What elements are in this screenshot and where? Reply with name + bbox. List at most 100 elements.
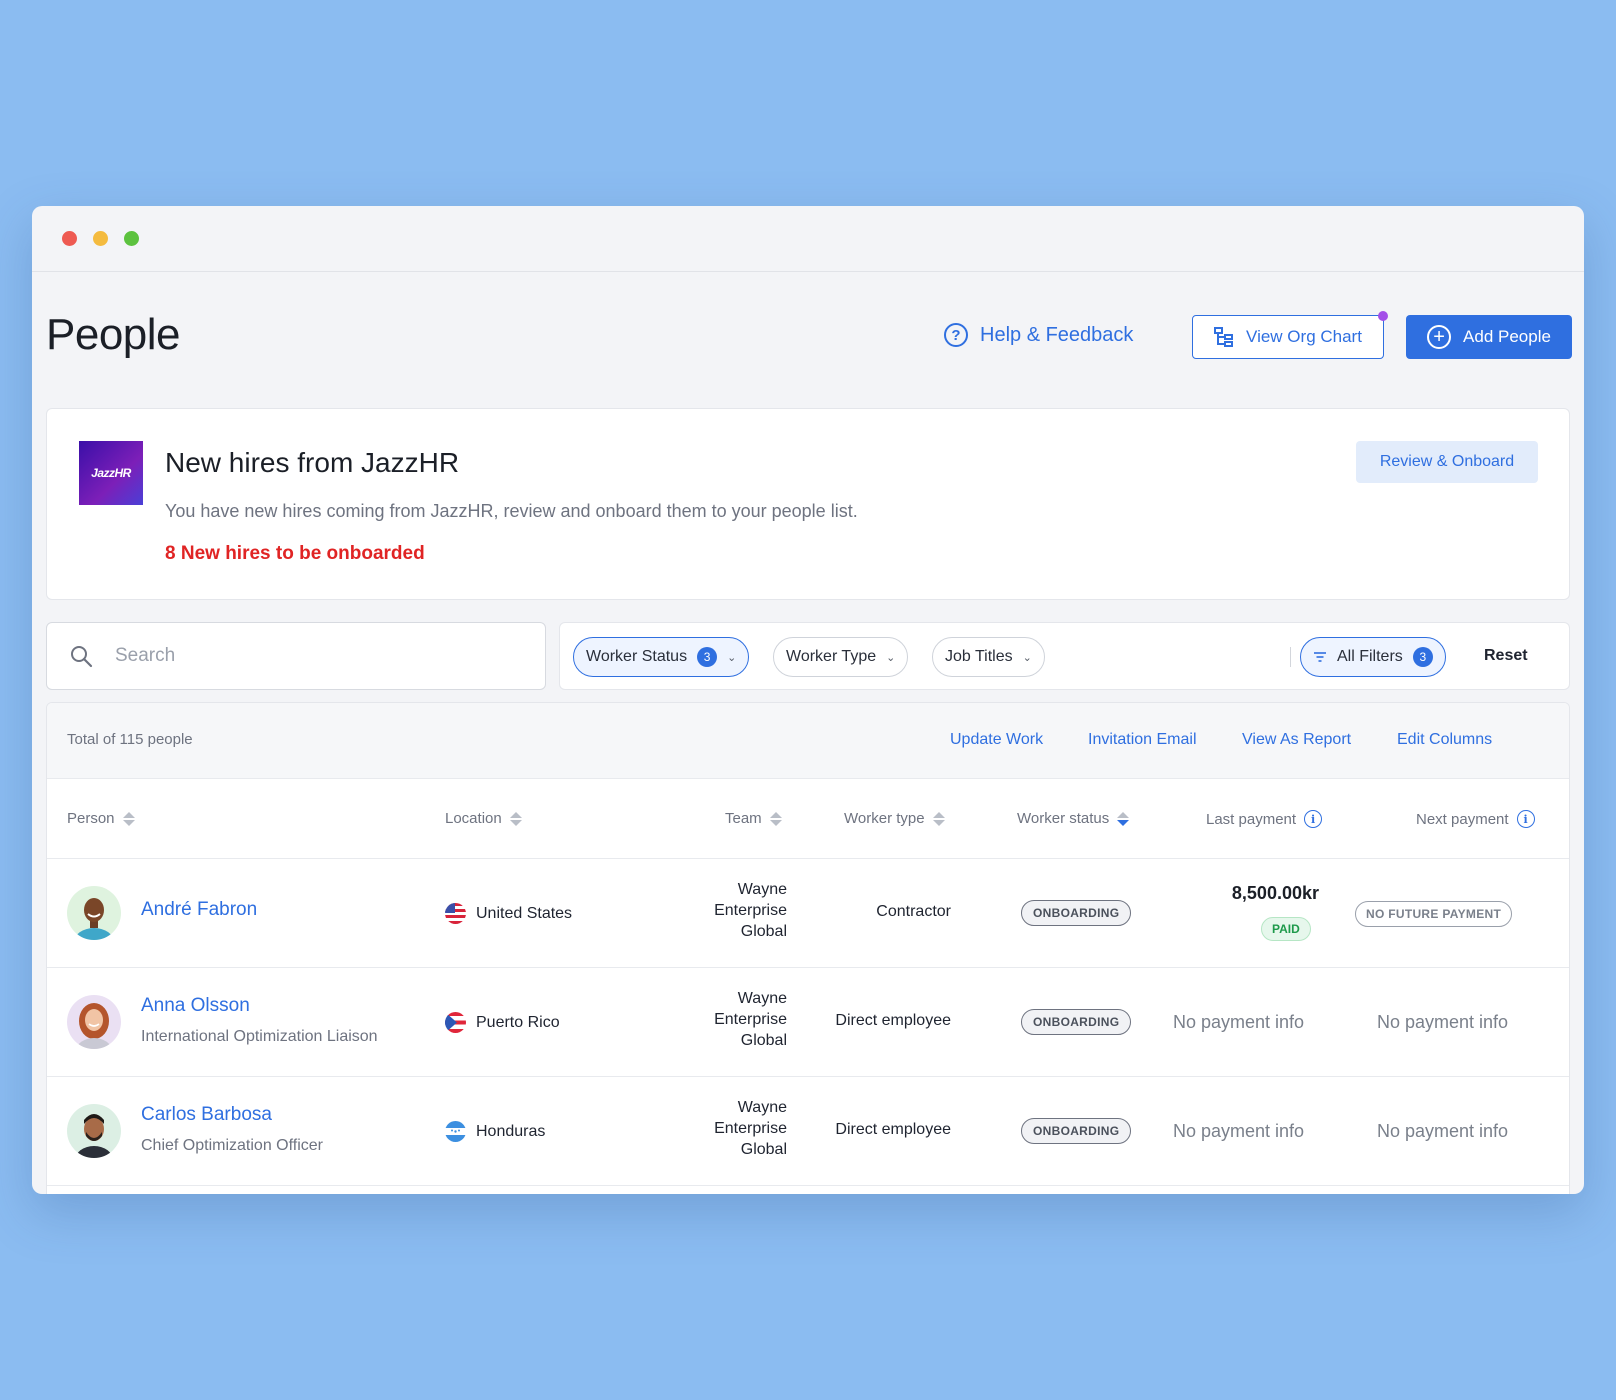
filter-bar: Worker Status 3 ⌄ Worker Type ⌄ Job Titl… [559, 622, 1570, 690]
column-header-team[interactable]: Team [725, 810, 782, 827]
team-line: Global [740, 1141, 787, 1158]
notification-dot [1378, 311, 1388, 321]
add-people-button[interactable]: + Add People [1406, 315, 1572, 359]
status-badge: ONBOARDING [1021, 900, 1132, 926]
last-payment-amount: 8,500.00kr [1231, 883, 1319, 903]
view-org-chart-button[interactable]: View Org Chart [1192, 315, 1384, 359]
last-payment-cell: No payment info [1173, 1012, 1305, 1032]
column-header-next-payment[interactable]: Next payment i [1416, 810, 1535, 828]
worker-type-cell: Direct employee [835, 1012, 951, 1029]
app-window: People ? Help & Feedback View Org Chart … [32, 206, 1584, 1194]
team-line: Global [740, 923, 787, 940]
view-as-report-link[interactable]: View As Report [1242, 731, 1351, 749]
page-title: People [46, 310, 181, 359]
column-label: Person [67, 810, 115, 827]
team-line: Enterprise [714, 1011, 787, 1028]
banner-description: You have new hires coming from JazzHR, r… [165, 501, 858, 521]
table-row[interactable]: André Fabron United States Wayne Enterpr… [47, 859, 1569, 968]
location-cell: United States [445, 903, 572, 924]
person-name-link[interactable]: Carlos Barbosa [141, 1104, 272, 1126]
info-icon[interactable]: i [1304, 810, 1323, 828]
reset-filters-button[interactable]: Reset [1484, 647, 1528, 665]
minimize-window-button[interactable] [93, 231, 108, 246]
team-cell: Wayne Enterprise Global [667, 988, 787, 1051]
close-window-button[interactable] [62, 231, 77, 246]
next-payment-badge: NO FUTURE PAYMENT [1355, 901, 1513, 927]
filter-divider [1290, 647, 1291, 667]
chevron-down-icon: ⌄ [727, 651, 737, 664]
edit-columns-link[interactable]: Edit Columns [1397, 731, 1492, 749]
new-hires-count: 8 New hires to be onboarded [165, 543, 425, 564]
job-titles-filter-label: Job Titles [945, 648, 1013, 665]
chevron-down-icon: ⌄ [1022, 651, 1032, 664]
total-people-count: Total of 115 people [67, 731, 193, 748]
window-titlebar [32, 206, 1584, 272]
location-label: United States [476, 904, 573, 922]
add-people-label: Add People [1463, 327, 1551, 346]
info-icon[interactable]: i [1516, 810, 1535, 828]
table-row[interactable]: Carlos Barbosa Chief Optimization Office… [47, 1077, 1569, 1186]
column-label: Last payment [1206, 810, 1297, 828]
invitation-email-link[interactable]: Invitation Email [1088, 731, 1197, 749]
next-payment-cell: No payment info [1377, 1012, 1509, 1032]
sort-icon [769, 811, 782, 826]
search-box [46, 622, 546, 690]
us-flag-icon [445, 903, 466, 924]
next-payment-cell: No payment info [1377, 1121, 1509, 1141]
avatar [67, 995, 121, 1049]
update-work-link[interactable]: Update Work [950, 731, 1043, 749]
column-label: Worker type [844, 810, 925, 827]
worker-type-filter[interactable]: Worker Type ⌄ [773, 637, 909, 677]
person-name-link[interactable]: André Fabron [141, 899, 257, 921]
all-filters-label: All Filters [1337, 648, 1403, 665]
column-header-worker-type[interactable]: Worker type [844, 810, 945, 827]
help-feedback-link[interactable]: ? Help & Feedback [944, 323, 1133, 347]
worker-type-cell: Direct employee [835, 1121, 951, 1138]
filter-icon [1314, 652, 1326, 662]
sort-icon [509, 811, 522, 826]
column-header-worker-status[interactable]: Worker status [1017, 810, 1130, 827]
review-onboard-button[interactable]: Review & Onboard [1356, 441, 1538, 483]
column-header-last-payment[interactable]: Last payment i [1206, 810, 1323, 828]
sort-icon [932, 811, 945, 826]
worker-status-filter[interactable]: Worker Status 3 ⌄ [573, 637, 750, 677]
table-toolbar: Total of 115 people Update Work Invitati… [47, 703, 1569, 779]
column-label: Team [725, 810, 762, 827]
job-titles-filter[interactable]: Job Titles ⌄ [932, 637, 1045, 677]
location-cell: Honduras [445, 1121, 545, 1142]
column-label: Next payment [1416, 810, 1509, 828]
column-label: Worker status [1017, 810, 1110, 827]
column-header-location[interactable]: Location [445, 810, 522, 827]
status-badge: ONBOARDING [1021, 1009, 1132, 1035]
people-table: Total of 115 people Update Work Invitati… [46, 702, 1570, 1194]
chevron-down-icon: ⌄ [886, 651, 896, 664]
all-filters-button[interactable]: All Filters 3 [1300, 637, 1446, 677]
honduras-flag-icon [445, 1121, 466, 1142]
view-org-chart-label: View Org Chart [1246, 327, 1362, 346]
all-filters-count-badge: 3 [1412, 647, 1433, 667]
team-cell: Wayne Enterprise Global [667, 879, 787, 942]
sort-descending-icon [1117, 811, 1130, 826]
location-label: Honduras [476, 1122, 546, 1140]
team-line: Wayne [737, 881, 787, 898]
team-line: Wayne [737, 990, 787, 1007]
search-input[interactable] [115, 645, 495, 667]
team-cell: Wayne Enterprise Global [667, 1097, 787, 1160]
help-feedback-label: Help & Feedback [980, 323, 1134, 346]
person-job-title: Chief Optimization Officer [141, 1137, 323, 1154]
location-cell: Puerto Rico [445, 1012, 560, 1033]
paid-badge: PAID [1261, 917, 1311, 941]
team-line: Enterprise [714, 902, 787, 919]
help-icon: ? [944, 323, 968, 347]
person-name-link[interactable]: Anna Olsson [141, 995, 250, 1017]
avatar [67, 886, 121, 940]
avatar [67, 1104, 121, 1158]
last-payment-cell: No payment info [1173, 1121, 1305, 1141]
plus-circle-icon: + [1427, 325, 1452, 349]
table-row[interactable]: Anna Olsson International Optimization L… [47, 968, 1569, 1077]
worker-status-count-badge: 3 [697, 647, 718, 667]
team-line: Wayne [737, 1099, 787, 1116]
maximize-window-button[interactable] [124, 231, 139, 246]
jazzhr-logo: JazzHR [79, 441, 143, 505]
column-header-person[interactable]: Person [67, 810, 135, 827]
